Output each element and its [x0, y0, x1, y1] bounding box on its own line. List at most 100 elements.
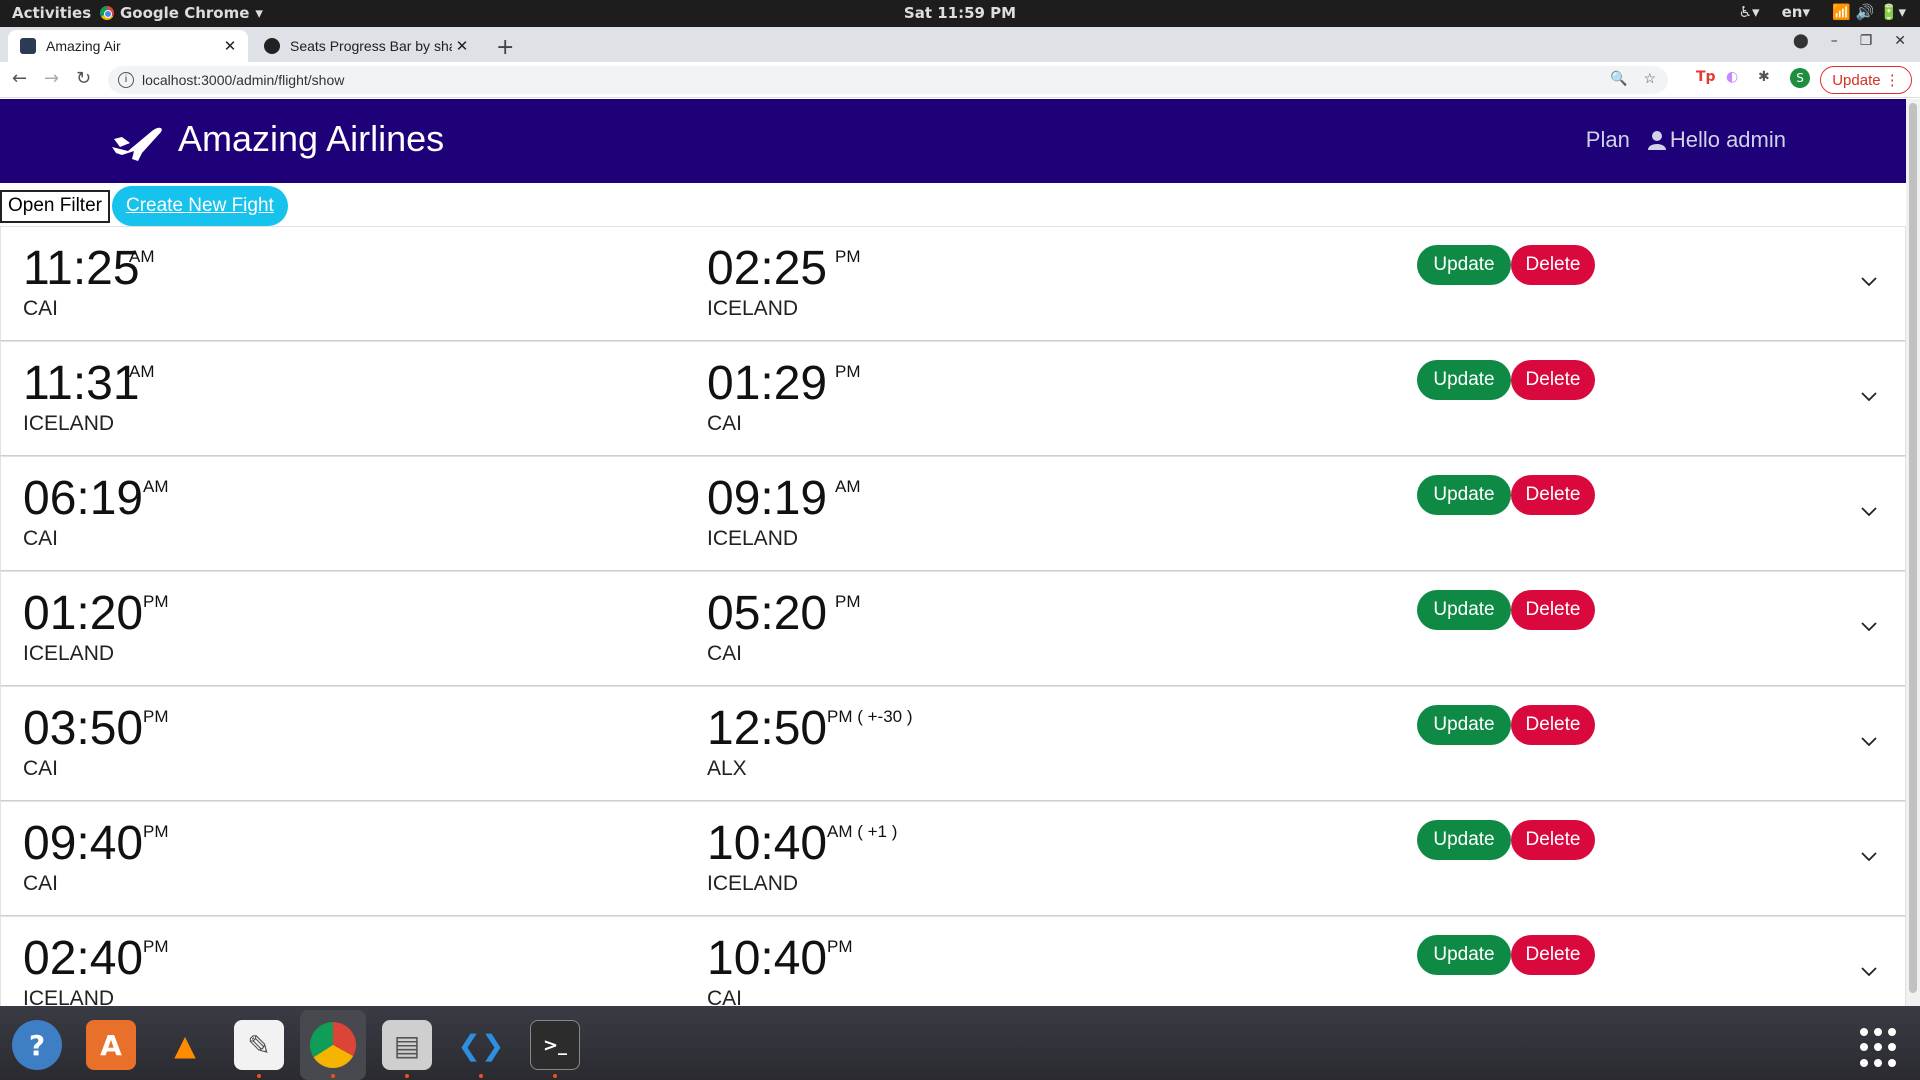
forward-icon[interactable]: →	[44, 68, 59, 89]
address-bar[interactable]: i localhost:3000/admin/flight/show 🔍 ☆	[108, 66, 1668, 94]
tab-seats-progress[interactable]: Seats Progress Bar by sha ✕	[252, 30, 480, 62]
vscode-icon[interactable]: ❮❯	[456, 1020, 506, 1070]
flight-row[interactable]: 09:40 PM CAI 10:40 AM ( +1 ) ICELAND Update Del…	[0, 801, 1906, 916]
running-indicator	[257, 1074, 261, 1078]
text-editor-icon[interactable]: ✎	[234, 1020, 284, 1070]
flight-row[interactable]: 11:25 AM CAI 02:25 PM ICELAND Update Delete	[0, 226, 1906, 341]
arrival-ampm: PM	[835, 592, 861, 611]
create-flight-button[interactable]: Create New Fight	[111, 186, 288, 226]
tab-amazing-air[interactable]: Amazing Air ✕	[8, 30, 248, 62]
accessibility-icon[interactable]: ♿▾	[1739, 3, 1760, 21]
arrival-time: 02:25	[707, 242, 828, 295]
nav-plan-link[interactable]: Plan	[1586, 127, 1630, 153]
software-center-icon[interactable]: A	[86, 1020, 136, 1070]
update-flight-button[interactable]: Update	[1417, 360, 1511, 400]
bookmark-star-icon[interactable]: ☆	[1643, 70, 1656, 87]
delete-flight-button[interactable]: Delete	[1511, 820, 1595, 860]
page-scrollbar[interactable]	[1906, 99, 1920, 1006]
departure-city: ICELAND	[23, 987, 115, 1006]
minimize-icon[interactable]: –	[1831, 33, 1838, 49]
departure-city: ICELAND	[23, 412, 115, 435]
running-indicator	[553, 1074, 557, 1078]
chevron-down-icon[interactable]	[1861, 963, 1877, 979]
update-flight-button[interactable]: Update	[1417, 705, 1511, 745]
chevron-down-icon[interactable]	[1861, 503, 1877, 519]
departure-ampm: AM	[143, 477, 169, 496]
chrome-dock-icon[interactable]	[300, 1010, 366, 1080]
tab-title: Amazing Air	[46, 38, 121, 54]
flight-row[interactable]: 11:31 AM ICELAND 01:29 PM CAI Update Delete	[0, 341, 1906, 456]
extension-icon[interactable]: ◐	[1726, 69, 1738, 85]
update-flight-button[interactable]: Update	[1417, 475, 1511, 515]
update-flight-button[interactable]: Update	[1417, 935, 1511, 975]
user-menu[interactable]: Hello admin	[1647, 127, 1786, 153]
show-applications-icon[interactable]	[1860, 1028, 1900, 1068]
new-tab-button[interactable]: +	[496, 35, 514, 60]
reload-icon[interactable]: ↻	[76, 68, 91, 89]
status-menu-icons[interactable]: 📶 🔊 🔋▾	[1832, 3, 1906, 21]
extension-tp-icon[interactable]: Tp	[1696, 69, 1716, 85]
flight-row[interactable]: 02:40 PM ICELAND 10:40 PM CAI Update Delete	[0, 916, 1906, 1006]
departure-city: ICELAND	[23, 642, 115, 665]
arrival-time: 12:50	[707, 702, 828, 755]
departure-time: 11:25	[23, 242, 140, 295]
chevron-down-icon[interactable]	[1861, 848, 1877, 864]
departure-ampm: AM	[129, 247, 155, 266]
extensions-puzzle-icon[interactable]: ✱	[1758, 69, 1770, 85]
maximize-icon[interactable]: ❐	[1860, 33, 1873, 49]
profile-avatar[interactable]: S	[1790, 68, 1810, 88]
web-page: Amazing Airlines Plan Hello admin Open F…	[0, 99, 1906, 1006]
url-text[interactable]: localhost:3000/admin/flight/show	[142, 72, 344, 88]
chevron-down-icon[interactable]	[1861, 388, 1877, 404]
delete-flight-button[interactable]: Delete	[1511, 590, 1595, 630]
tab-search-icon[interactable]: ⬤	[1793, 33, 1809, 49]
airplane-icon	[112, 127, 162, 161]
chrome-update-button[interactable]: Update ⋮	[1820, 66, 1912, 94]
flight-list: 11:25 AM CAI 02:25 PM ICELAND Update Delete 11:3…	[0, 226, 1906, 1006]
running-indicator	[479, 1074, 483, 1078]
flight-row[interactable]: 06:19 AM CAI 09:19 AM ICELAND Update Delete	[0, 456, 1906, 571]
clock[interactable]: Sat 11:59 PM	[0, 4, 1920, 22]
flight-row[interactable]: 01:20 PM ICELAND 05:20 PM CAI Update Delete	[0, 571, 1906, 686]
delete-flight-button[interactable]: Delete	[1511, 245, 1595, 285]
system-tray[interactable]: ♿▾ en▾ 📶 🔊 🔋▾	[1739, 3, 1906, 21]
departure-city: CAI	[23, 872, 59, 895]
flight-row[interactable]: 03:50 PM CAI 12:50 PM ( +-30 ) ALX Update Delet…	[0, 686, 1906, 801]
close-tab-icon[interactable]: ✕	[220, 37, 240, 55]
arrival-city: CAI	[707, 987, 743, 1006]
zoom-icon[interactable]: 🔍	[1610, 70, 1627, 87]
delete-flight-button[interactable]: Delete	[1511, 475, 1595, 515]
update-flight-button[interactable]: Update	[1417, 245, 1511, 285]
close-tab-icon[interactable]: ✕	[452, 37, 472, 55]
file-manager-icon[interactable]: ▤	[382, 1020, 432, 1070]
chrome-update-label: Update	[1832, 71, 1881, 89]
delete-flight-button[interactable]: Delete	[1511, 360, 1595, 400]
close-window-icon[interactable]: ✕	[1894, 33, 1906, 49]
language-indicator[interactable]: en▾	[1782, 3, 1810, 21]
vlc-icon[interactable]: ▲	[160, 1020, 210, 1070]
open-filter-button[interactable]: Open Filter	[0, 189, 110, 223]
departure-ampm: PM	[143, 592, 169, 611]
user-greeting: Hello admin	[1669, 127, 1786, 152]
delete-flight-button[interactable]: Delete	[1511, 935, 1595, 975]
arrival-city: CAI	[707, 642, 743, 665]
terminal-icon[interactable]: >_	[530, 1020, 580, 1070]
departure-time: 11:31	[23, 357, 140, 410]
arrival-time: 05:20	[707, 587, 828, 640]
update-flight-button[interactable]: Update	[1417, 820, 1511, 860]
scrollbar-thumb[interactable]	[1909, 103, 1917, 993]
departure-city: CAI	[23, 757, 59, 780]
chevron-down-icon[interactable]	[1861, 618, 1877, 634]
chevron-down-icon[interactable]	[1861, 273, 1877, 289]
chevron-down-icon[interactable]	[1861, 733, 1877, 749]
site-info-icon[interactable]: i	[118, 72, 134, 88]
brand[interactable]: Amazing Airlines	[108, 117, 444, 161]
arrival-ampm: AM	[835, 477, 861, 496]
arrival-ampm: PM	[835, 362, 861, 381]
back-icon[interactable]: ←	[12, 68, 27, 89]
departure-time: 06:19	[23, 472, 144, 525]
help-icon[interactable]: ?	[12, 1020, 62, 1070]
arrival-time: 09:19	[707, 472, 828, 525]
delete-flight-button[interactable]: Delete	[1511, 705, 1595, 745]
update-flight-button[interactable]: Update	[1417, 590, 1511, 630]
